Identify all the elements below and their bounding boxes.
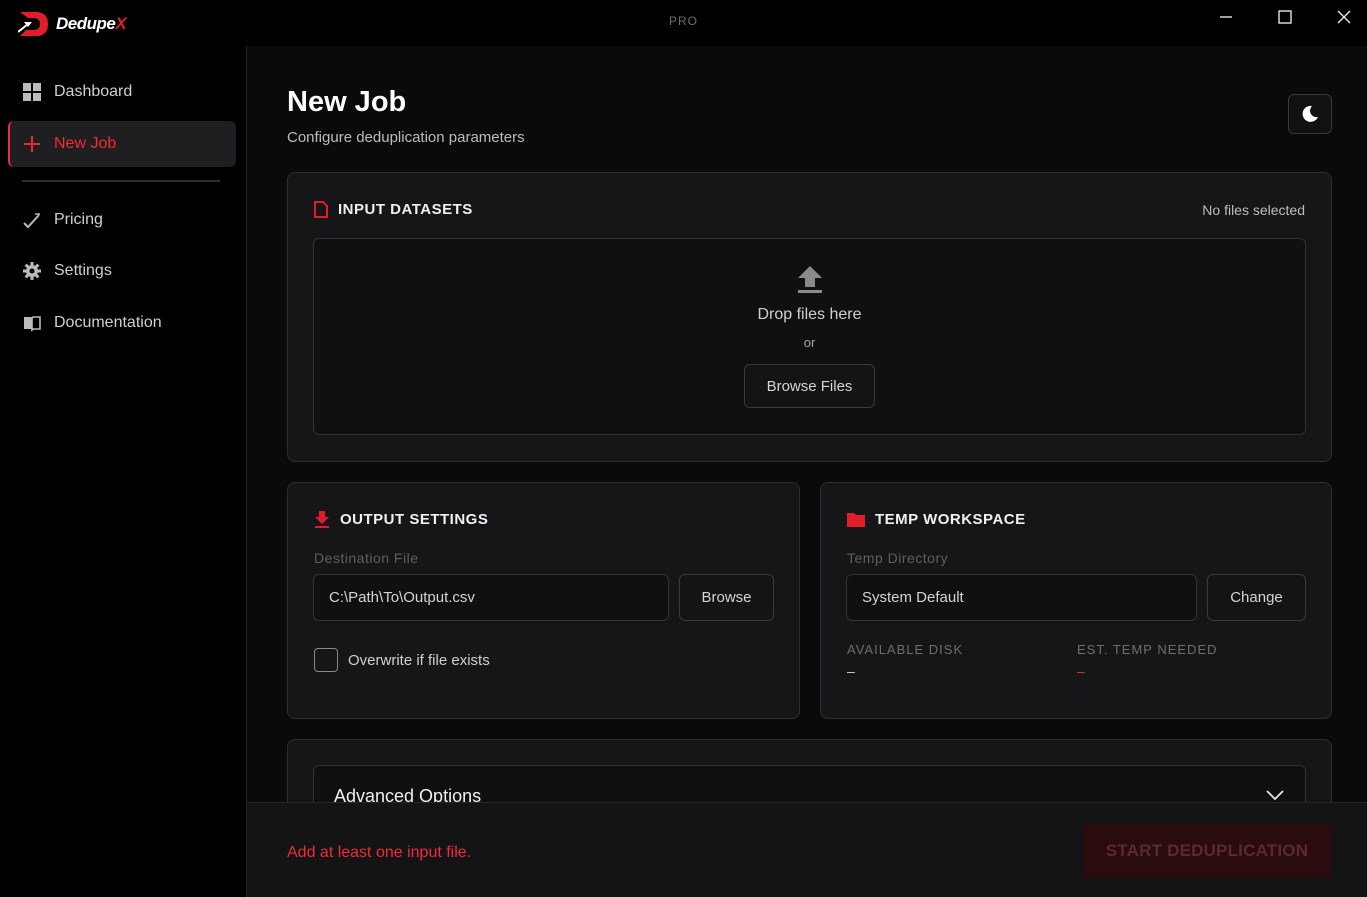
- chevron-down-icon: [1266, 790, 1284, 801]
- folder-icon: [847, 513, 865, 527]
- trend-check-icon: [22, 210, 42, 230]
- destination-file-label: Destination File: [314, 550, 419, 566]
- files-status: No files selected: [1202, 202, 1305, 218]
- est-temp-needed-label: EST. TEMP NEEDED: [1077, 642, 1218, 657]
- edition-label: PRO: [668, 14, 698, 28]
- change-directory-button[interactable]: Change: [1207, 574, 1306, 621]
- main-content: New Job Configure deduplication paramete…: [247, 46, 1367, 802]
- moon-icon: [1302, 105, 1318, 122]
- sidebar-divider: [22, 180, 220, 182]
- start-deduplication-button[interactable]: START DEDUPLICATION: [1083, 824, 1331, 878]
- close-button[interactable]: [1329, 6, 1359, 28]
- maximize-icon: [1278, 10, 1292, 24]
- sidebar-item-label: Dashboard: [54, 83, 133, 100]
- sidebar: Dashboard New Job Pricing Settings Docum…: [0, 46, 247, 897]
- available-disk-label: AVAILABLE DISK: [847, 642, 964, 657]
- sidebar-item-label: New Job: [54, 135, 117, 152]
- drop-or-text: or: [803, 335, 816, 350]
- sidebar-item-label: Pricing: [54, 211, 103, 228]
- validation-error: Add at least one input file.: [287, 844, 472, 861]
- close-icon: [1337, 10, 1351, 24]
- upload-icon: [798, 266, 822, 293]
- advanced-card: Advanced Options: [287, 739, 1332, 802]
- download-icon: [315, 511, 329, 528]
- input-datasets-title: INPUT DATASETS: [314, 201, 473, 218]
- advanced-options-toggle[interactable]: Advanced Options: [313, 765, 1306, 802]
- plus-icon: [22, 134, 42, 154]
- temp-directory-input[interactable]: System Default: [846, 574, 1197, 621]
- sidebar-item-settings[interactable]: Settings: [8, 248, 236, 294]
- drop-text: Drop files here: [757, 306, 862, 323]
- footer-bar: Add at least one input file. START DEDUP…: [247, 802, 1367, 897]
- file-icon: [314, 201, 328, 218]
- temp-workspace-card: TEMP WORKSPACE Temp Directory System Def…: [820, 482, 1332, 719]
- minimize-icon: [1220, 16, 1232, 18]
- output-browse-button[interactable]: Browse: [679, 574, 774, 621]
- destination-file-input[interactable]: C:\Path\To\Output.csv: [313, 574, 669, 621]
- page-title: New Job: [287, 86, 407, 118]
- temp-directory-label: Temp Directory: [847, 550, 949, 566]
- file-dropzone[interactable]: Drop files here or Browse Files: [313, 238, 1306, 435]
- overwrite-option[interactable]: Overwrite if file exists: [314, 648, 490, 672]
- sidebar-item-new-job[interactable]: New Job: [8, 121, 236, 167]
- book-icon: [22, 313, 42, 333]
- sidebar-item-dashboard[interactable]: Dashboard: [8, 69, 236, 115]
- page-subtitle: Configure deduplication parameters: [287, 129, 525, 146]
- output-settings-card: OUTPUT SETTINGS Destination File C:\Path…: [287, 482, 800, 719]
- grid-icon: [22, 82, 42, 102]
- title-bar: DedupeX PRO: [0, 0, 1367, 46]
- theme-toggle-button[interactable]: [1288, 94, 1332, 134]
- sidebar-item-label: Settings: [54, 262, 112, 279]
- maximize-button[interactable]: [1270, 6, 1300, 28]
- output-settings-title: OUTPUT SETTINGS: [314, 511, 488, 528]
- overwrite-label: Overwrite if file exists: [348, 651, 490, 669]
- sidebar-item-pricing[interactable]: Pricing: [8, 197, 236, 243]
- sidebar-item-label: Documentation: [54, 314, 162, 331]
- browse-files-button[interactable]: Browse Files: [744, 364, 875, 408]
- available-disk-value: –: [847, 663, 855, 679]
- overwrite-checkbox[interactable]: [314, 648, 338, 672]
- minimize-button[interactable]: [1211, 6, 1241, 28]
- input-datasets-card: INPUT DATASETS No files selected Drop fi…: [287, 172, 1332, 462]
- advanced-options-label: Advanced Options: [334, 786, 482, 802]
- sidebar-item-documentation[interactable]: Documentation: [8, 300, 236, 346]
- est-temp-needed-value: –: [1077, 663, 1085, 679]
- temp-workspace-title: TEMP WORKSPACE: [847, 511, 1026, 528]
- gear-icon: [22, 261, 42, 281]
